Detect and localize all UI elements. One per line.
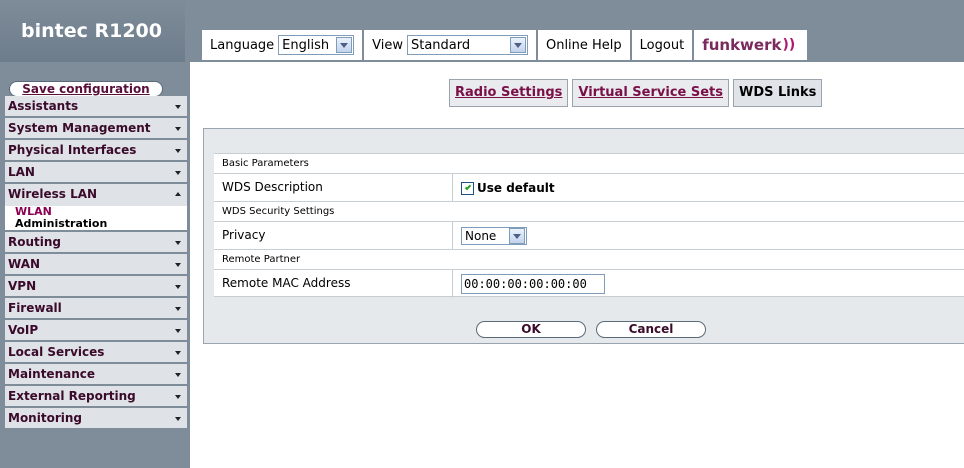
- funkwerk-logo: funkwerk )): [694, 30, 808, 60]
- tab-virtual-service-sets[interactable]: Virtual Service Sets: [572, 79, 729, 107]
- chevron-down-icon[interactable]: [509, 228, 526, 244]
- use-default-label: Use default: [477, 181, 555, 195]
- cancel-button[interactable]: Cancel: [596, 321, 706, 338]
- sidebar-item-system-management[interactable]: System Management: [5, 118, 187, 140]
- chevron-down-icon: [175, 395, 181, 399]
- chevron-down-icon: [175, 263, 181, 267]
- view-selector: View Standard: [364, 30, 538, 60]
- remote-mac-value: 00:00:00:00:00:00: [452, 270, 605, 298]
- sidebar-item-assistants[interactable]: Assistants: [5, 96, 187, 118]
- logout-link[interactable]: Logout: [631, 30, 695, 60]
- top-header: bintec R1200 Language English View Stand…: [0, 0, 964, 62]
- section-basic-parameters: Basic Parameters: [214, 153, 964, 173]
- section-remote-partner: Remote Partner: [214, 249, 964, 269]
- logo-waves: )): [782, 37, 796, 53]
- remote-mac-input[interactable]: 00:00:00:00:00:00: [461, 274, 605, 294]
- language-select[interactable]: English: [278, 35, 355, 55]
- wireless-lan-submenu: WLAN Administration: [5, 206, 187, 232]
- language-label: Language: [210, 37, 275, 53]
- brand-area: bintec R1200: [0, 0, 185, 62]
- sidebar-item-physical-interfaces[interactable]: Physical Interfaces: [5, 140, 187, 162]
- chevron-down-icon: [175, 105, 181, 109]
- sidebar-item-local-services[interactable]: Local Services: [5, 342, 187, 364]
- wds-description-label: WDS Description: [222, 180, 323, 194]
- use-default-checkbox[interactable]: [461, 181, 474, 195]
- language-value: English: [282, 37, 330, 53]
- checkmark-icon: [464, 183, 471, 190]
- save-configuration-button[interactable]: Save configuration: [9, 81, 163, 97]
- chevron-down-icon: [175, 417, 181, 421]
- sidebar-item-wireless-lan[interactable]: Wireless LAN: [5, 184, 187, 206]
- view-label: View: [372, 37, 403, 53]
- chevron-down-icon: [175, 171, 181, 175]
- sidebar-item-wan[interactable]: WAN: [5, 254, 187, 276]
- sidebar-item-lan[interactable]: LAN: [5, 162, 187, 184]
- sidebar-item-monitoring[interactable]: Monitoring: [5, 408, 187, 430]
- chevron-down-icon[interactable]: [509, 37, 526, 53]
- privacy-selected: None: [465, 229, 497, 243]
- tab-wds-links[interactable]: WDS Links: [733, 79, 823, 107]
- sidebar-item-routing[interactable]: Routing: [5, 232, 187, 254]
- wds-form-panel: Basic Parameters WDS Description Use def…: [203, 128, 964, 344]
- chevron-down-icon[interactable]: [336, 37, 353, 53]
- online-help-link[interactable]: Online Help: [537, 30, 632, 60]
- wds-description-value: Use default: [452, 174, 555, 202]
- privacy-value: None: [452, 222, 528, 250]
- chevron-down-icon: [175, 307, 181, 311]
- product-title: bintec R1200: [21, 20, 162, 42]
- tab-radio-settings[interactable]: Radio Settings: [449, 79, 569, 107]
- chevron-up-icon: [175, 192, 181, 196]
- sidebar-item-firewall[interactable]: Firewall: [5, 298, 187, 320]
- row-remote-mac: Remote MAC Address 00:00:00:00:00:00: [214, 269, 964, 298]
- chevron-down-icon: [175, 127, 181, 131]
- sidebar-item-voip[interactable]: VoIP: [5, 320, 187, 342]
- sidebar-item-external-reporting[interactable]: External Reporting: [5, 386, 187, 408]
- logo-text: funkwerk: [702, 36, 782, 54]
- sidebar-subitem-administration[interactable]: Administration: [5, 218, 187, 230]
- row-wds-description: WDS Description Use default: [214, 173, 964, 202]
- sidebar: Save configuration Assistants System Man…: [0, 62, 190, 468]
- chevron-down-icon: [175, 149, 181, 153]
- top-toolbar: Language English View Standard Online He…: [202, 30, 808, 60]
- chevron-down-icon: [175, 329, 181, 333]
- chevron-down-icon: [175, 241, 181, 245]
- chevron-down-icon: [175, 373, 181, 377]
- tab-bar: Radio Settings Virtual Service Sets WDS …: [449, 79, 826, 107]
- chevron-down-icon: [175, 351, 181, 355]
- button-bar: OK Cancel: [204, 317, 964, 343]
- remote-mac-label: Remote MAC Address: [222, 276, 351, 290]
- chevron-down-icon: [175, 285, 181, 289]
- ok-button[interactable]: OK: [476, 321, 586, 338]
- privacy-label: Privacy: [222, 228, 266, 242]
- view-select[interactable]: Standard: [406, 35, 528, 55]
- sidebar-item-vpn[interactable]: VPN: [5, 276, 187, 298]
- view-value: Standard: [410, 37, 471, 53]
- row-privacy: Privacy None: [214, 221, 964, 250]
- sidebar-menu: Assistants System Management Physical In…: [5, 96, 187, 430]
- privacy-select[interactable]: None: [461, 227, 528, 245]
- sidebar-item-maintenance[interactable]: Maintenance: [5, 364, 187, 386]
- section-wds-security-settings: WDS Security Settings: [214, 201, 964, 221]
- language-selector: Language English: [202, 30, 365, 60]
